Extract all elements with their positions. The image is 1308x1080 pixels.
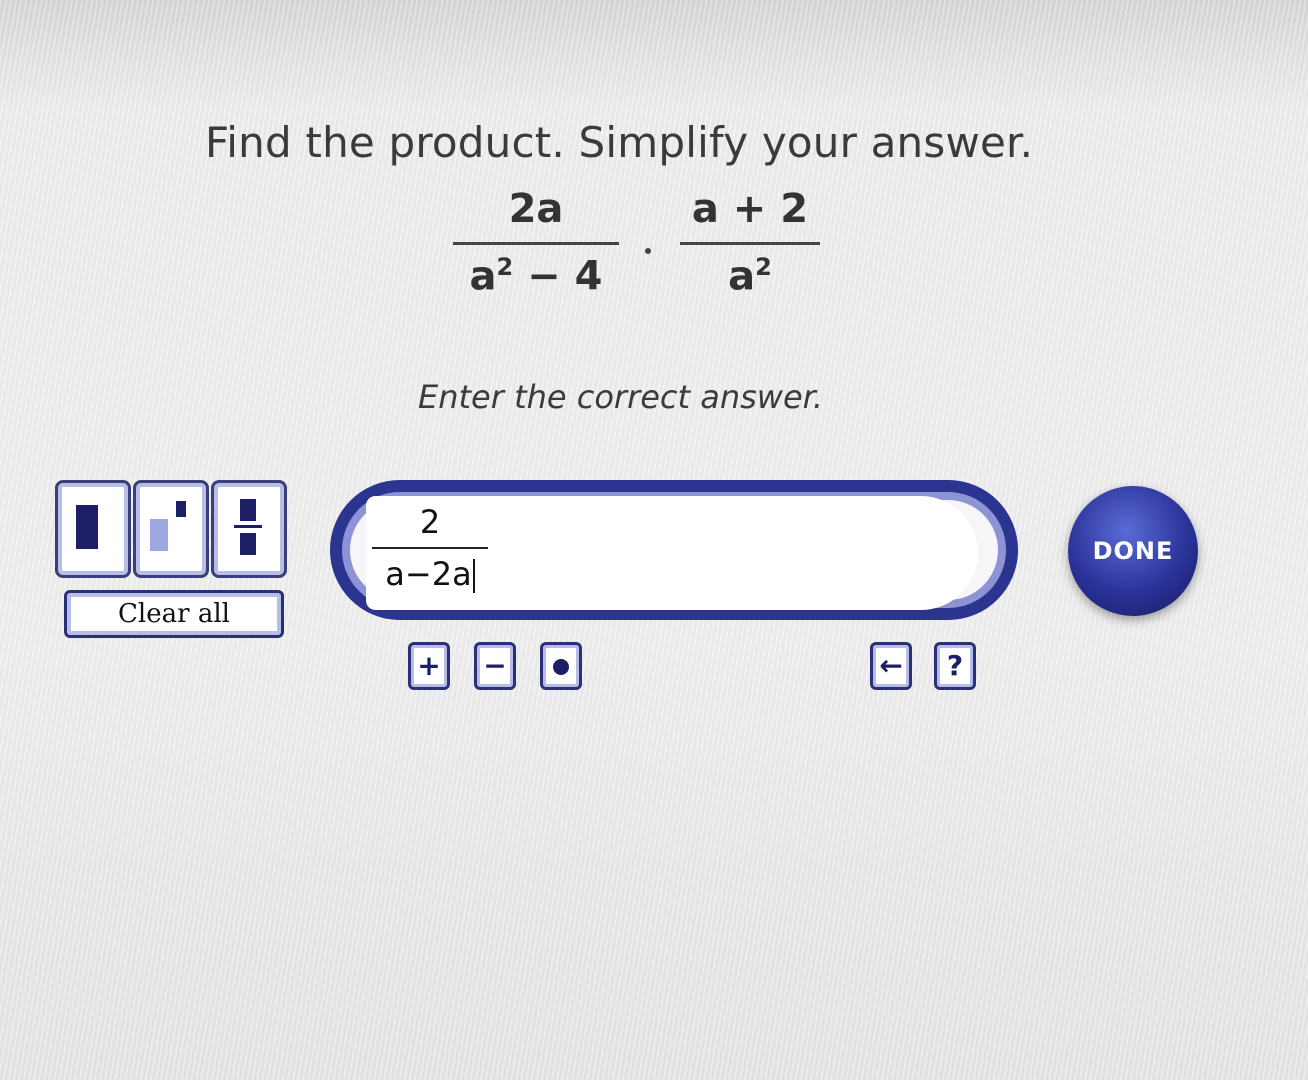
answer-numerator[interactable]: 2 xyxy=(372,503,488,541)
fraction-1-bar xyxy=(453,242,619,245)
fraction-1-numerator: 2a xyxy=(508,186,564,232)
question-prompt: Find the product. Simplify your answer. xyxy=(205,118,1034,167)
backspace-icon: ← xyxy=(879,649,903,682)
done-button[interactable]: DONE xyxy=(1068,486,1198,616)
instruction: Enter the correct answer. xyxy=(418,378,824,416)
fraction-1: 2a a2 − 4 xyxy=(453,186,619,299)
fraction-2-denominator: a2 xyxy=(680,253,820,299)
help-button[interactable]: ? xyxy=(934,642,976,690)
denominator-2-base: a xyxy=(728,253,756,300)
answer-denominator[interactable]: a−2a xyxy=(385,555,471,593)
minus-button[interactable]: − xyxy=(474,642,516,690)
fraction-2: a + 2 a2 xyxy=(680,186,820,299)
denominator-1-exponent: 2 xyxy=(496,253,514,281)
multiply-dot-button[interactable] xyxy=(540,642,582,690)
answer-denominator-row[interactable]: a−2a xyxy=(372,555,488,593)
mixed-number-template-icon xyxy=(240,499,256,521)
help-icon: ? xyxy=(946,649,964,682)
answer-fraction-bar xyxy=(372,547,488,549)
denominator-2-exponent: 2 xyxy=(755,253,772,281)
denominator-1-base: a xyxy=(469,253,497,300)
fraction-template-button[interactable] xyxy=(55,480,131,578)
screen: Find the product. Simplify your answer. … xyxy=(0,0,1308,1080)
plus-button[interactable]: + xyxy=(408,642,450,690)
exponent-template-button[interactable] xyxy=(133,480,209,578)
exponent-template-icon xyxy=(150,519,168,551)
mixed-number-template-button[interactable] xyxy=(211,480,287,578)
fraction-1-denominator: a2 − 4 xyxy=(453,253,619,299)
denominator-1-rest: − 4 xyxy=(513,253,603,300)
dot-icon xyxy=(553,659,569,675)
backspace-button[interactable]: ← xyxy=(870,642,912,690)
answer-fraction[interactable]: 2 a−2a xyxy=(372,503,488,593)
text-caret xyxy=(472,559,475,593)
multiply-dot xyxy=(645,248,651,254)
fraction-template-icon xyxy=(76,505,98,549)
exponent-box-icon xyxy=(176,501,186,517)
mixed-number-bar-icon xyxy=(234,525,262,528)
fraction-2-numerator: a + 2 xyxy=(691,186,809,232)
fraction-2-bar xyxy=(680,242,820,245)
mixed-number-denominator-icon xyxy=(240,533,256,555)
clear-all-button[interactable]: Clear all xyxy=(64,590,284,638)
